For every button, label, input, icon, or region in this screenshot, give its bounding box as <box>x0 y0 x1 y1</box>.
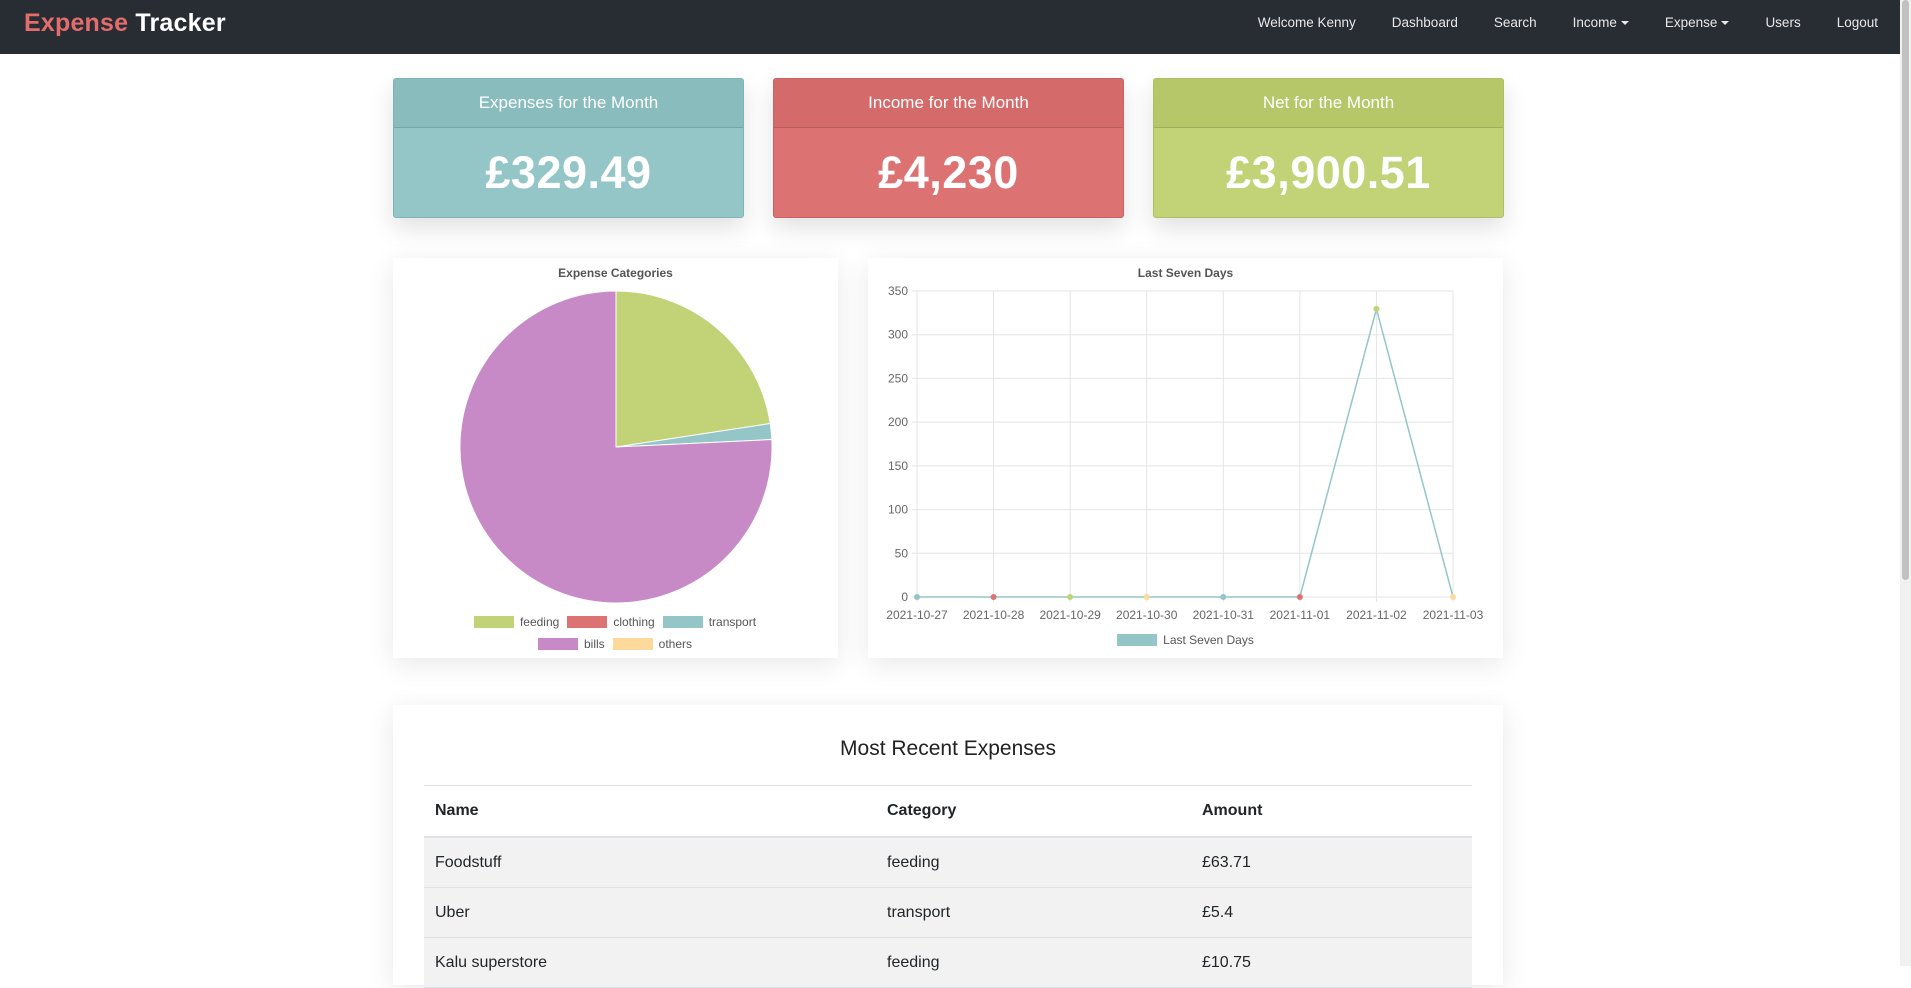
navbar: Expense Tracker Welcome Kenny Dashboard … <box>0 0 1900 54</box>
series-line <box>917 306 1454 598</box>
nav-dashboard[interactable]: Dashboard <box>1392 15 1458 30</box>
cell-amount: £10.75 <box>1191 937 1472 988</box>
legend-label: feeding <box>519 615 560 629</box>
scrollbar-thumb[interactable] <box>1902 0 1909 580</box>
x-tick-label: 2021-10-29 <box>1039 608 1101 622</box>
nav-users[interactable]: Users <box>1765 15 1800 30</box>
nav-menu: Welcome Kenny Dashboard Search Income Ex… <box>1222 0 1878 44</box>
col-header-amount: Amount <box>1191 785 1472 838</box>
y-tick-label: 300 <box>888 328 908 342</box>
table-row: Foodstuff feeding £63.71 <box>424 837 1472 888</box>
income-card-value: £4,230 <box>878 147 1019 198</box>
legend-swatch <box>537 638 578 650</box>
income-card-title: Income for the Month <box>774 79 1123 128</box>
cell-name: Uber <box>424 887 876 938</box>
y-tick-label: 0 <box>901 590 908 604</box>
data-point[interactable] <box>914 594 920 600</box>
cell-amount: £63.71 <box>1191 837 1472 888</box>
legend-swatch <box>612 638 653 650</box>
table-row: Uber transport £5.4 <box>424 887 1472 938</box>
cell-category: feeding <box>876 937 1191 988</box>
net-card-title: Net for the Month <box>1154 79 1503 128</box>
data-point[interactable] <box>990 594 997 600</box>
recent-expenses-table: Name Category Amount Foodstuff feeding £… <box>424 785 1472 988</box>
x-tick-label: 2021-10-28 <box>963 608 1025 622</box>
y-tick-label: 200 <box>888 415 908 429</box>
legend-label: Last Seven Days <box>1163 633 1254 647</box>
expenses-card-title: Expenses for the Month <box>394 79 743 128</box>
cell-category: feeding <box>876 837 1191 888</box>
legend-label: transport <box>708 615 757 629</box>
legend-swatch <box>662 616 703 628</box>
data-point[interactable] <box>1220 594 1227 600</box>
x-tick-label: 2021-10-31 <box>1193 608 1255 622</box>
nav-welcome[interactable]: Welcome Kenny <box>1258 15 1356 30</box>
data-point[interactable] <box>1450 594 1456 600</box>
table-header-row: Name Category Amount <box>424 785 1472 838</box>
legend-item-others[interactable]: others <box>612 633 693 655</box>
x-tick-label: 2021-10-30 <box>1116 608 1178 622</box>
legend-item-feeding[interactable]: feeding <box>473 611 560 633</box>
y-tick-label: 100 <box>888 503 908 517</box>
pie-legend: feeding clothing transport bills others <box>465 611 765 655</box>
x-tick-label: 2021-11-02 <box>1346 608 1407 622</box>
nav-search[interactable]: Search <box>1494 15 1537 30</box>
data-point[interactable] <box>1296 594 1303 600</box>
nav-expense-dropdown[interactable]: Expense <box>1665 15 1730 30</box>
x-tick-label: 2021-10-27 <box>886 608 948 622</box>
x-tick-label: 2021-11-03 <box>1423 608 1484 622</box>
net-card-value: £3,900.51 <box>1226 147 1431 198</box>
expenses-card-value: £329.49 <box>485 147 652 198</box>
nav-income-dropdown[interactable]: Income <box>1573 15 1629 30</box>
last-seven-days-line-chart: 0 50 100 150 200 250 300 350 2021-10-27 2021-10-2… <box>886 284 1484 622</box>
y-tick-label: 350 <box>888 284 908 298</box>
line-legend: Last Seven Days <box>868 633 1503 647</box>
cell-name: Kalu superstore <box>424 937 876 988</box>
cell-category: transport <box>876 887 1191 938</box>
expenses-month-card: Expenses for the Month £329.49 <box>393 78 744 218</box>
page-scrollbar[interactable] <box>1900 0 1911 966</box>
expense-categories-panel: Expense Categories feeding clothing transp… <box>393 258 838 658</box>
col-header-name: Name <box>424 785 876 838</box>
x-tick-label: 2021-11-01 <box>1270 608 1331 622</box>
pie-slice-feeding[interactable] <box>615 290 771 448</box>
col-header-category: Category <box>876 785 1191 838</box>
cell-name: Foodstuff <box>424 837 876 888</box>
legend-item-transport[interactable]: transport <box>662 611 757 633</box>
legend-swatch <box>473 616 514 628</box>
y-tick-label: 250 <box>888 371 908 385</box>
legend-item-series[interactable]: Last Seven Days <box>1117 633 1254 647</box>
brand-word-expense: Expense <box>24 9 129 37</box>
y-tick-label: 50 <box>895 546 909 560</box>
legend-item-bills[interactable]: bills <box>537 633 605 655</box>
legend-item-clothing[interactable]: clothing <box>567 611 655 633</box>
y-tick-label: 150 <box>888 459 908 473</box>
data-point[interactable] <box>1067 594 1074 600</box>
legend-swatch <box>1117 634 1158 646</box>
table-row: Kalu superstore feeding £10.75 <box>424 937 1472 988</box>
last-seven-days-panel: Last Seven Days 0 50 100 150 200 250 300 350 202… <box>868 258 1503 658</box>
recent-expenses-title: Most Recent Expenses <box>840 737 1056 760</box>
data-point[interactable] <box>1143 594 1150 600</box>
data-point[interactable] <box>1373 305 1380 312</box>
nav-logout[interactable]: Logout <box>1837 15 1878 30</box>
expense-categories-pie-chart <box>459 290 773 604</box>
brand-logo[interactable]: Expense Tracker <box>24 9 226 38</box>
legend-label: others <box>658 637 693 651</box>
cell-amount: £5.4 <box>1191 887 1472 938</box>
legend-label: bills <box>583 637 605 651</box>
income-month-card: Income for the Month £4,230 <box>773 78 1124 218</box>
legend-label: clothing <box>613 615 655 629</box>
net-month-card: Net for the Month £3,900.51 <box>1153 78 1504 218</box>
brand-word-tracker: Tracker <box>135 9 226 37</box>
legend-swatch <box>567 616 608 628</box>
recent-expenses-panel: Most Recent Expenses Name Category Amoun… <box>393 705 1503 988</box>
